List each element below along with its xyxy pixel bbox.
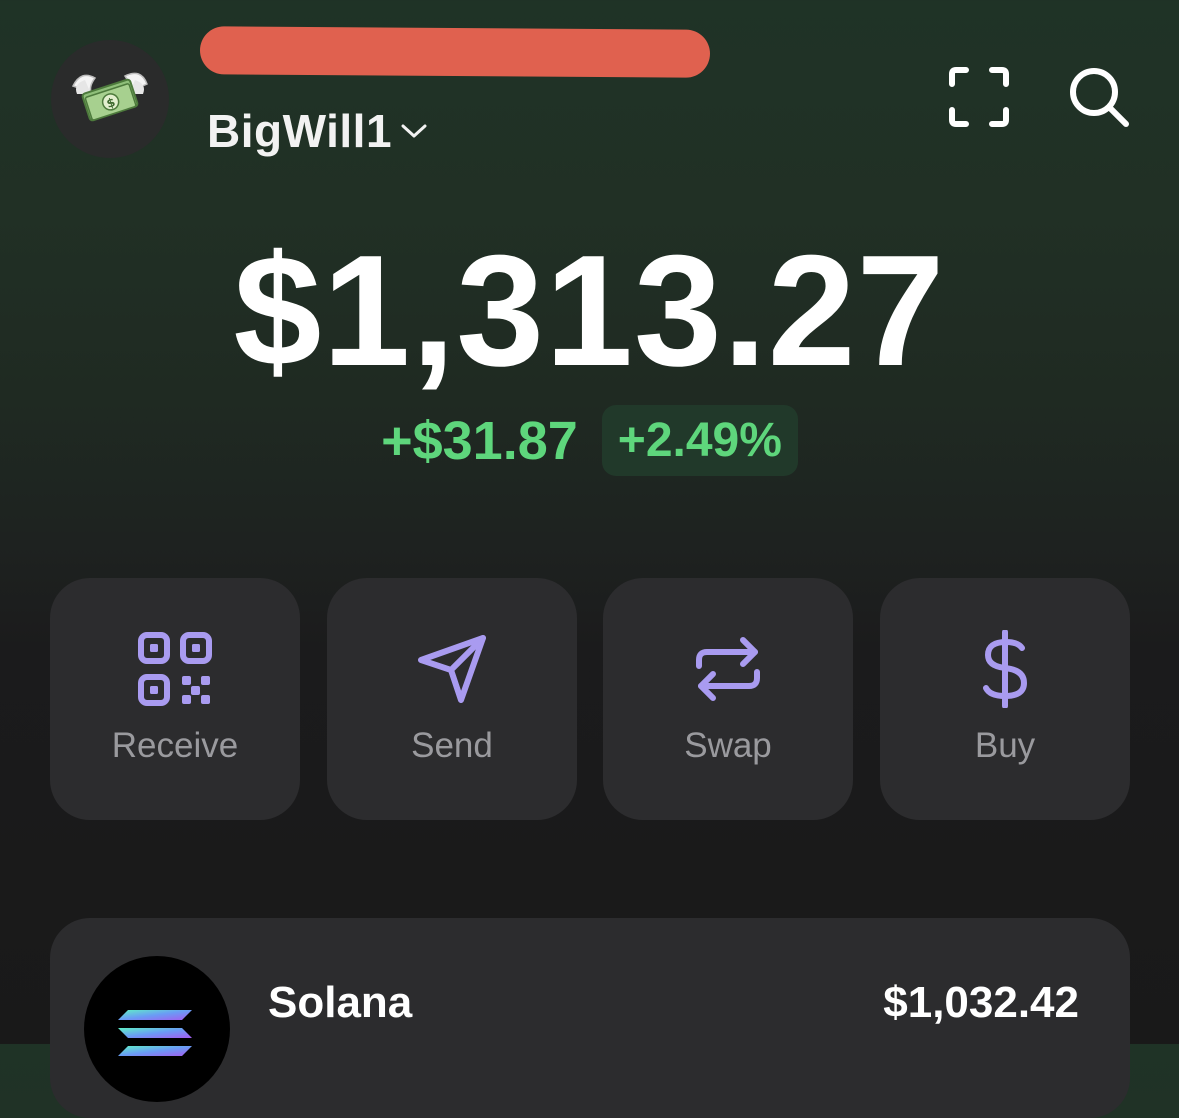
redacted-handle [199, 26, 711, 78]
send-label: Send [411, 726, 493, 765]
balance-change: +$31.87 +2.49% [0, 405, 1179, 476]
money-with-wings-icon: $ [71, 72, 148, 122]
swap-arrows-icon [696, 637, 760, 701]
token-name: Solana [268, 978, 413, 1027]
qr-code-icon [138, 632, 212, 706]
search-icon [1070, 68, 1129, 127]
token-value: $1,032.42 [883, 978, 1079, 1027]
total-balance: $1,313.27 [233, 223, 946, 399]
swap-button[interactable]: Swap [603, 578, 853, 820]
receive-label: Receive [111, 726, 239, 765]
paper-plane-icon [418, 635, 486, 703]
scan-icon [949, 67, 1009, 127]
dollar-sign-icon [983, 630, 1027, 708]
buy-label: Buy [974, 726, 1036, 765]
account-switcher[interactable]: BigWill1 [207, 104, 428, 158]
buy-button[interactable]: Buy [880, 578, 1130, 820]
account-name: BigWill1 [207, 105, 393, 157]
account-avatar[interactable]: $ [51, 40, 169, 158]
swap-label: Swap [684, 726, 772, 765]
change-percent-badge: +2.49% [601, 405, 798, 476]
scan-button[interactable] [942, 60, 1016, 134]
change-amount: +$31.87 [381, 410, 578, 471]
solana-logo-icon [84, 956, 230, 1102]
send-button[interactable]: Send [327, 578, 577, 820]
chevron-down-icon [401, 124, 427, 138]
receive-button[interactable]: Receive [50, 578, 300, 820]
search-button[interactable] [1062, 60, 1136, 134]
